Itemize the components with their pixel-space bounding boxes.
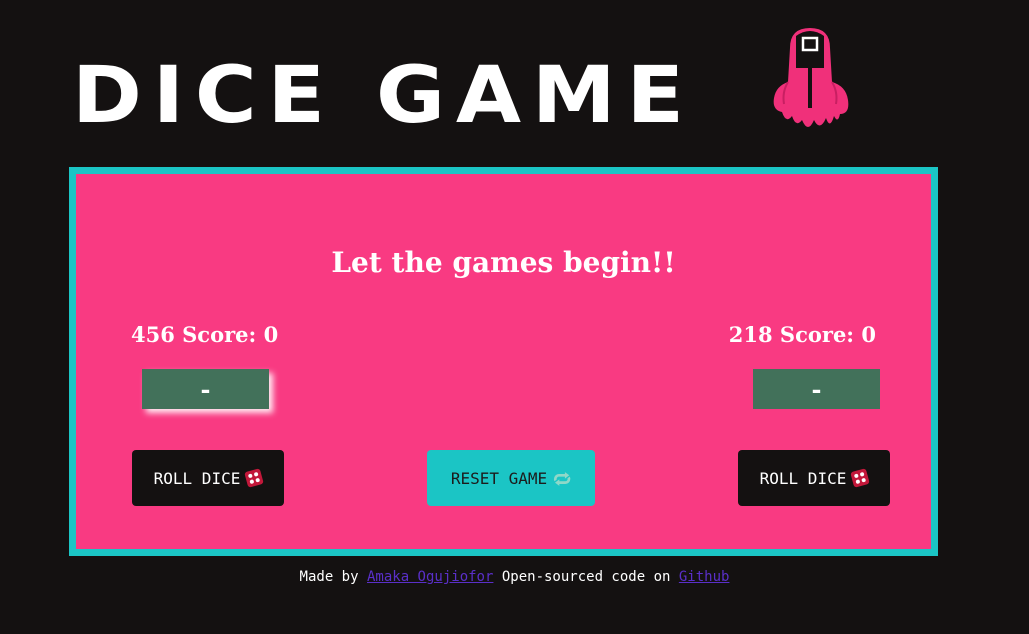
title-word-game: GAME xyxy=(375,51,695,141)
dice-icon xyxy=(850,468,871,488)
game-board: Let the games begin!! 456 Score: 0 218 S… xyxy=(69,167,938,556)
title-word-dice: DICE xyxy=(72,51,336,141)
footer-made-by: Made by xyxy=(299,569,359,585)
title-text: DICE GAME xyxy=(72,57,695,135)
player1-score: 456 Score: 0 xyxy=(131,322,279,347)
player2-score: 218 Score: 0 xyxy=(728,322,876,347)
roll-dice-label: ROLL DICE xyxy=(759,468,847,488)
author-link[interactable]: Amaka Ogujiofor xyxy=(367,569,493,585)
reset-game-button[interactable]: RESET GAME 🔁︎ xyxy=(427,450,595,506)
refresh-icon: 🔁︎ xyxy=(553,469,572,491)
footer: Made by Amaka Ogujiofor Open-sourced cod… xyxy=(0,569,1029,585)
player2-roll-dice-button[interactable]: ROLL DICE xyxy=(738,450,890,506)
game-title: DICE GAME xyxy=(72,54,684,138)
player2-dice-display: - xyxy=(753,369,880,409)
game-headline: Let the games begin!! xyxy=(331,246,676,279)
reset-game-label: RESET GAME xyxy=(450,468,548,488)
github-link[interactable]: Github xyxy=(679,569,730,585)
roll-dice-label: ROLL DICE xyxy=(153,468,241,488)
dice-icon xyxy=(244,468,265,488)
player1-roll-dice-button[interactable]: ROLL DICE xyxy=(132,450,284,506)
squid-game-guard-icon xyxy=(773,28,849,127)
footer-open-source: Open-sourced code on xyxy=(501,569,671,585)
player1-dice-display: - xyxy=(142,369,269,409)
